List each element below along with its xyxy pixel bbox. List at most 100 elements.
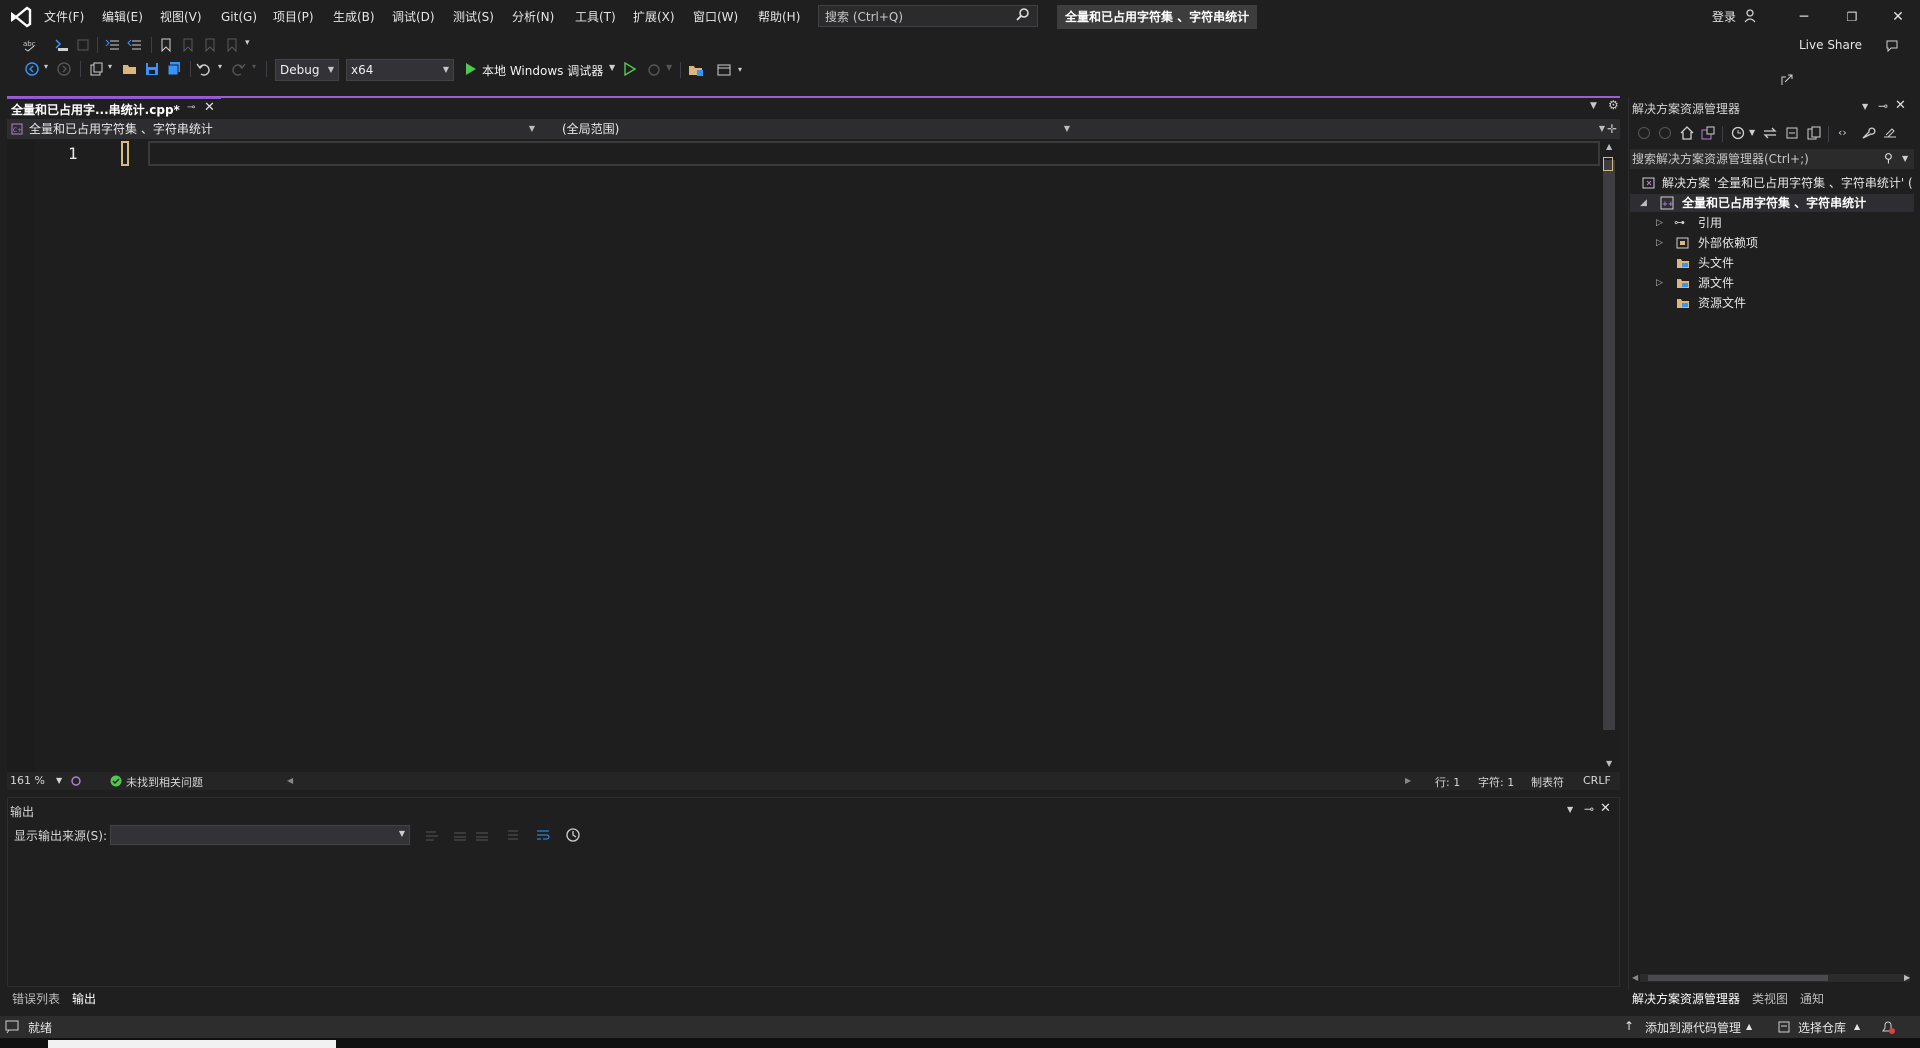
navigate-icon[interactable] <box>54 37 70 53</box>
select-repository-button[interactable]: 选择仓库 <box>1798 1019 1846 1036</box>
project-dropdown[interactable]: C+ 全量和已占用字符集 、字符串统计 ▼ <box>9 120 539 138</box>
switch-views-icon[interactable] <box>1700 125 1716 141</box>
panel-options-icon[interactable]: ▼ <box>1862 102 1868 111</box>
line-indicator[interactable]: 行: 1 <box>1435 774 1460 790</box>
tree-node-references[interactable]: ▷ ⊶ 引用 <box>1656 214 1906 232</box>
split-editor-icon[interactable]: ✛ <box>1607 122 1617 136</box>
new-project-icon[interactable] <box>88 61 104 77</box>
chevron-up-icon[interactable]: ▲ <box>1746 1022 1752 1031</box>
menu-view[interactable]: 视图(V) <box>160 8 202 26</box>
undo-dropdown-icon[interactable]: ▾ <box>218 62 222 71</box>
vertical-scrollbar-thumb[interactable] <box>1603 160 1615 730</box>
horizontal-scrollbar-thumb[interactable] <box>1648 975 1828 981</box>
clock-icon[interactable] <box>565 827 581 843</box>
menu-tools[interactable]: 工具(T) <box>575 8 616 26</box>
scroll-right-icon[interactable]: ▶ <box>1405 776 1411 785</box>
debugger-dropdown-icon[interactable]: ▼ <box>609 63 615 72</box>
tab-class-view[interactable]: 类视图 <box>1748 990 1792 1008</box>
scroll-up-icon[interactable]: ▲ <box>1606 142 1612 151</box>
pin-icon[interactable]: ⊸ <box>187 102 195 113</box>
close-panel-icon[interactable]: ✕ <box>1600 801 1611 816</box>
code-view-icon[interactable]: ‹› <box>1838 126 1847 139</box>
tab-solution-explorer[interactable]: 解决方案资源管理器 <box>1628 990 1744 1008</box>
solution-explorer-search[interactable]: 搜索解决方案资源管理器(Ctrl+;) <box>1630 149 1914 169</box>
tab-notifications[interactable]: 通知 <box>1796 990 1828 1008</box>
scroll-right-icon[interactable]: ▶ <box>1904 973 1910 982</box>
live-share-button[interactable]: Live Share <box>1799 38 1862 52</box>
save-icon[interactable] <box>144 61 160 77</box>
sync-active-document-icon[interactable] <box>1762 125 1778 141</box>
show-all-files-icon[interactable] <box>1806 125 1822 141</box>
menu-debug[interactable]: 调试(D) <box>392 8 435 26</box>
chevron-up-icon[interactable]: ▲ <box>1854 1022 1860 1031</box>
gear-icon[interactable]: ⚙ <box>1608 98 1619 112</box>
start-without-debugging-icon[interactable] <box>623 62 637 76</box>
scroll-down-icon[interactable]: ▼ <box>1606 759 1612 768</box>
scroll-left-icon[interactable]: ◀ <box>1632 973 1638 982</box>
toolbar-overflow-icon[interactable]: ▾ <box>245 38 250 48</box>
solution-explorer-folder-icon[interactable] <box>688 62 704 78</box>
home-icon[interactable] <box>1679 125 1695 141</box>
start-debugger-button[interactable]: 本地 Windows 调试器 <box>482 62 603 79</box>
configuration-select[interactable]: Debug ▼ <box>275 59 339 81</box>
close-window-button[interactable]: ✕ <box>1878 4 1918 30</box>
scroll-left-icon[interactable]: ◀ <box>287 776 293 785</box>
account-icon[interactable] <box>1743 8 1759 24</box>
line-ending-indicator[interactable]: CRLF <box>1583 774 1611 787</box>
word-wrap-icon[interactable] <box>535 827 551 843</box>
collapsed-arrow-icon[interactable]: ▷ <box>1656 234 1663 252</box>
pin-icon[interactable]: ⊸ <box>1584 802 1594 816</box>
panel-options-icon[interactable]: ▼ <box>1567 805 1573 814</box>
scope-dropdown[interactable]: (全局范围) ▼ <box>544 120 1074 138</box>
collapsed-arrow-icon[interactable]: ▷ <box>1656 214 1663 232</box>
collapsed-arrow-icon[interactable]: ▷ <box>1656 274 1663 292</box>
wrench-icon[interactable] <box>1860 125 1876 141</box>
tab-list-dropdown-icon[interactable]: ▼ <box>1590 101 1597 111</box>
bookmark-icon[interactable] <box>158 37 174 53</box>
comment-lines-icon[interactable] <box>105 37 121 53</box>
zoom-level-select[interactable]: 161 % <box>10 774 45 787</box>
toolbar2-overflow-icon[interactable]: ▾ <box>738 65 742 74</box>
indent-indicator[interactable]: 制表符 <box>1531 774 1564 790</box>
menu-file[interactable]: 文件(F) <box>44 8 84 26</box>
collapse-all-icon[interactable] <box>1784 125 1800 141</box>
undo-icon[interactable] <box>196 61 212 77</box>
pin-icon[interactable]: ⊸ <box>1878 99 1888 113</box>
platform-select[interactable]: x64 ▼ <box>346 59 454 81</box>
start-debugging-icon[interactable] <box>464 62 478 76</box>
filter-dropdown-icon[interactable]: ▼ <box>1749 128 1755 137</box>
editor-margin[interactable] <box>7 140 35 772</box>
sign-in-link[interactable]: 登录 <box>1712 8 1736 25</box>
menu-window[interactable]: 窗口(W) <box>693 8 738 26</box>
spell-check-icon[interactable]: abc <box>22 37 38 53</box>
issues-status[interactable]: 未找到相关问题 <box>126 774 203 790</box>
copilot-icon[interactable] <box>70 775 82 787</box>
repository-icon[interactable] <box>1777 1020 1791 1034</box>
member-dropdown[interactable]: ▼ <box>1079 120 1609 138</box>
global-search-input[interactable]: 搜索 (Ctrl+Q) <box>818 5 1038 27</box>
menu-extensions[interactable]: 扩展(X) <box>633 8 675 26</box>
close-panel-icon[interactable]: ✕ <box>1895 98 1906 113</box>
zoom-dropdown-icon[interactable]: ▼ <box>56 776 62 785</box>
solution-node[interactable]: 解决方案 '全量和已占用字符集 、字符串统计' ( <box>1640 174 1916 192</box>
restore-button[interactable]: ❐ <box>1832 4 1872 30</box>
search-icon[interactable] <box>1015 7 1031 23</box>
menu-edit[interactable]: 编辑(E) <box>102 8 143 26</box>
menu-git[interactable]: Git(G) <box>221 8 257 26</box>
char-indicator[interactable]: 字符: 1 <box>1478 774 1514 790</box>
open-folder-icon[interactable] <box>122 61 138 77</box>
search-icon[interactable]: ⚲ <box>1884 151 1893 165</box>
tree-node-header-files[interactable]: 头文件 <box>1656 254 1906 272</box>
expanded-arrow-icon[interactable]: ◢ <box>1640 194 1647 212</box>
feedback-icon[interactable] <box>1884 38 1900 54</box>
tab-output[interactable]: 输出 <box>68 990 100 1008</box>
search-options-icon[interactable]: ▼ <box>1902 154 1908 163</box>
close-tab-icon[interactable]: ✕ <box>204 100 215 115</box>
window-layout-icon[interactable] <box>716 62 732 78</box>
code-editor[interactable] <box>7 140 1603 772</box>
tree-node-external-deps[interactable]: ▷ 外部依赖项 <box>1656 234 1906 252</box>
save-all-icon[interactable] <box>166 61 182 77</box>
menu-build[interactable]: 生成(B) <box>333 8 375 26</box>
uncomment-lines-icon[interactable] <box>127 37 143 53</box>
add-source-control-button[interactable]: 添加到源代码管理 <box>1645 1019 1741 1036</box>
